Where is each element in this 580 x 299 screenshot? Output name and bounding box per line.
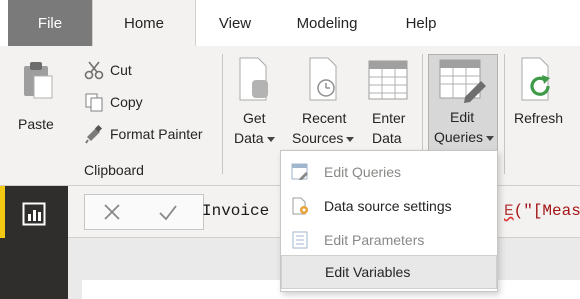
commit-formula-icon[interactable] xyxy=(157,201,179,223)
edit-queries-dropdown: Edit Queries Data source settings Edit P… xyxy=(280,150,498,292)
format-painter-button[interactable]: Format Painter xyxy=(84,124,214,148)
get-data-button[interactable]: Get Data xyxy=(228,54,280,160)
menu-item-label: Edit Parameters xyxy=(324,232,425,248)
edit-parameters-icon xyxy=(292,231,308,249)
recent-sources-icon xyxy=(309,57,337,101)
edit-queries-button[interactable]: Edit Queries xyxy=(428,54,498,160)
format-painter-label: Format Painter xyxy=(110,126,203,142)
tab-help[interactable]: Help xyxy=(400,0,442,46)
tab-modeling[interactable]: Modeling xyxy=(284,0,370,46)
edit-queries-icon xyxy=(439,59,486,103)
edit-queries-icon xyxy=(291,163,308,180)
recent-sources-label-2: Sources xyxy=(292,128,355,148)
cut-label: Cut xyxy=(110,62,132,78)
ribbon-tab-bar: File Home View Modeling Help xyxy=(0,0,580,46)
format-painter-icon xyxy=(85,124,103,144)
table-icon xyxy=(368,60,408,100)
paste-icon xyxy=(24,62,53,99)
cancel-formula-icon[interactable] xyxy=(101,201,123,223)
ribbon-separator xyxy=(222,54,223,174)
tab-file[interactable]: File xyxy=(8,0,92,46)
menu-item-label: Edit Variables xyxy=(325,264,411,280)
ribbon-separator xyxy=(504,54,505,174)
refresh-icon xyxy=(521,57,550,101)
copy-icon xyxy=(85,93,103,112)
menu-item-edit-parameters[interactable]: Edit Parameters xyxy=(281,223,497,257)
recent-sources-button[interactable]: Recent Sources xyxy=(290,54,360,160)
refresh-label: Refresh xyxy=(514,110,564,126)
refresh-button[interactable]: Refresh xyxy=(508,54,570,160)
edit-queries-label-2: Queries xyxy=(434,127,495,147)
report-view-icon xyxy=(22,202,46,226)
scissors-icon xyxy=(84,61,104,80)
menu-item-edit-variables[interactable]: Edit Variables xyxy=(281,255,497,289)
formula-text[interactable]: Invoice xyxy=(202,202,269,220)
paste-label: Paste xyxy=(18,116,54,132)
copy-button[interactable]: Copy xyxy=(84,92,164,116)
report-view-button[interactable] xyxy=(22,202,46,231)
get-data-icon xyxy=(239,57,268,101)
menu-item-data-source-settings[interactable]: Data source settings xyxy=(281,189,497,223)
paste-button[interactable]: Paste xyxy=(14,56,64,156)
menu-item-label: Data source settings xyxy=(324,198,452,214)
get-data-label-1: Get xyxy=(243,110,266,126)
menu-item-edit-queries[interactable]: Edit Queries xyxy=(281,155,497,189)
enter-data-label-1: Enter xyxy=(372,110,406,126)
tab-home[interactable]: Home xyxy=(92,0,196,46)
clipboard-group-label: Clipboard xyxy=(84,162,144,178)
data-source-settings-icon xyxy=(292,197,308,215)
formula-buttons xyxy=(84,194,204,230)
copy-label: Copy xyxy=(110,94,143,110)
enter-data-button[interactable]: Enter Data xyxy=(362,54,414,160)
tab-view[interactable]: View xyxy=(214,0,256,46)
enter-data-label-2: Data xyxy=(372,130,402,146)
active-view-indicator xyxy=(0,186,5,238)
formula-text-right[interactable]: E("[Measu xyxy=(504,202,580,220)
menu-item-label: Edit Queries xyxy=(324,164,402,180)
edit-queries-label-1: Edit xyxy=(450,109,475,125)
cut-button[interactable]: Cut xyxy=(84,60,164,84)
get-data-label-2: Data xyxy=(234,128,275,148)
recent-sources-label-1: Recent xyxy=(302,110,347,126)
